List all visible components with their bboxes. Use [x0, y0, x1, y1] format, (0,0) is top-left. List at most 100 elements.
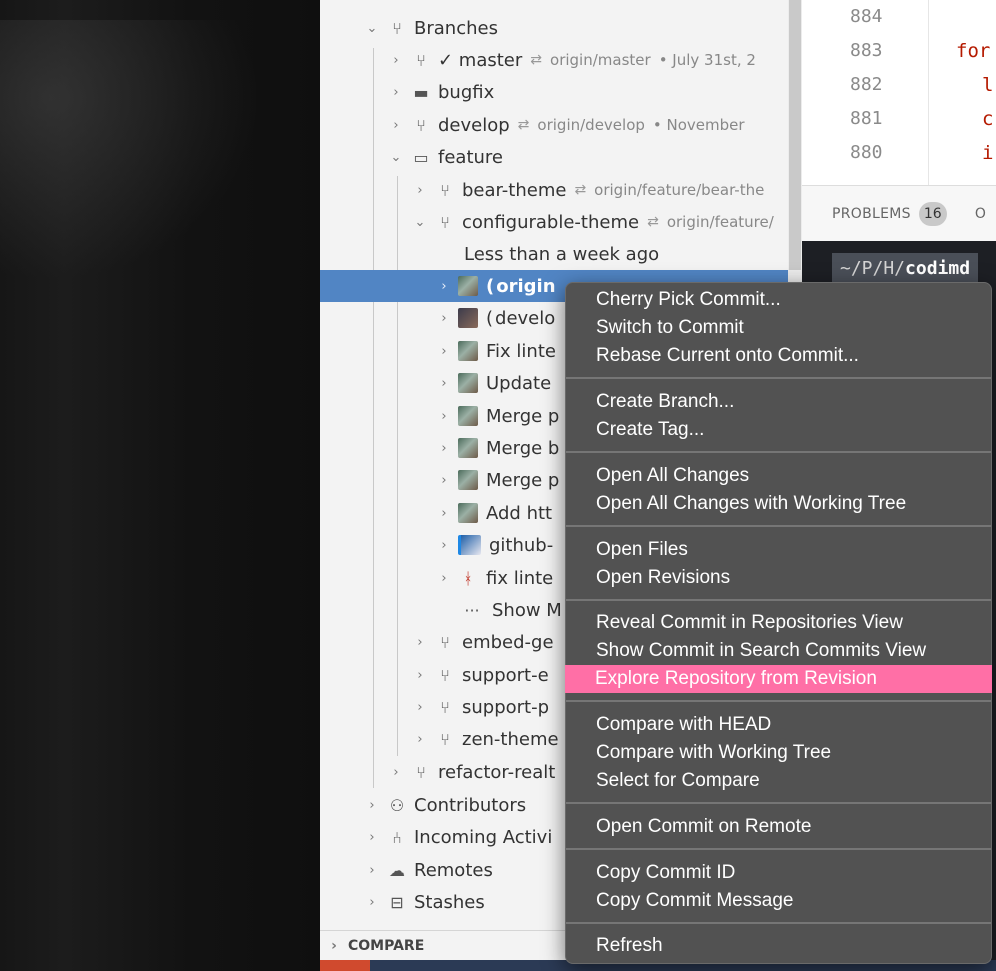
avatar	[458, 406, 478, 426]
menu-separator	[566, 599, 991, 601]
menu-item-select-for-compare[interactable]: Select for Compare	[566, 767, 993, 795]
merge-icon: ⑃	[392, 827, 402, 847]
branch-icon: ⑂	[416, 115, 426, 135]
sync-arrows-icon: ⇄	[574, 182, 587, 198]
menu-item-explore-repository[interactable]: Explore Repository from Revision	[565, 665, 992, 693]
chevron-right-icon: ›	[369, 862, 375, 878]
tree-label: embed-ge	[462, 631, 554, 653]
code-editor[interactable]: 884 883 882 881 880 for l c i	[802, 0, 996, 185]
branch-icon: ⑂	[392, 18, 402, 38]
menu-item-show-commit-search[interactable]: Show Commit in Search Commits View	[566, 637, 993, 665]
tree-label: bear-theme	[462, 179, 567, 201]
chevron-right-icon: ›	[393, 117, 399, 133]
tree-label: Fix linte	[486, 340, 556, 362]
line-number: 880	[850, 142, 883, 163]
tree-desc: • July 31st, 2	[658, 51, 756, 69]
menu-item-open-all-changes[interactable]: Open All Changes	[566, 462, 993, 490]
chevron-right-icon: ›	[441, 472, 447, 488]
cloud-icon: ☁	[389, 860, 405, 880]
avatar	[458, 341, 478, 361]
tree-label: configurable-theme	[462, 211, 640, 233]
avatar	[458, 503, 478, 523]
branch-icon: ⑂	[416, 762, 426, 782]
menu-item-cherry-pick[interactable]: Cherry Pick Commit...	[566, 286, 993, 314]
line-number: 882	[850, 74, 883, 95]
tree-branch-bear-theme[interactable]: › ⑂ bear-theme ⇄ origin/feature/bear-the	[320, 174, 802, 206]
chevron-down-icon: ⌄	[366, 20, 378, 36]
menu-item-switch-to-commit[interactable]: Switch to Commit	[566, 314, 993, 342]
tree-label: bugfix	[438, 81, 495, 103]
tree-label: support-e	[462, 664, 549, 686]
tree-branch-master[interactable]: › ⑂ ✓ master ⇄ origin/master • July 31st…	[320, 44, 802, 76]
terminal-prompt: ~/P/H/codimd	[832, 253, 979, 283]
more-icon: ···	[464, 600, 480, 620]
branch-icon: ⑂	[440, 212, 450, 232]
chevron-down-icon: ⌄	[414, 214, 426, 230]
branch-icon: ⑂	[440, 180, 450, 200]
tree-label: origin	[496, 275, 556, 297]
chevron-right-icon: ›	[393, 52, 399, 68]
tree-remote: origin/master	[550, 51, 651, 69]
menu-separator	[566, 848, 991, 850]
chevron-right-icon: ›	[417, 667, 423, 683]
chevron-down-icon: ⌄	[390, 149, 402, 165]
tree-remote: origin/feature/bear-the	[594, 181, 765, 199]
tree-branch-configurable-theme[interactable]: ⌄ ⑂ configurable-theme ⇄ origin/feature/	[320, 206, 802, 238]
tab-output[interactable]: O	[975, 206, 986, 222]
menu-item-refresh[interactable]: Refresh	[566, 932, 993, 960]
menu-separator	[566, 922, 991, 924]
chevron-right-icon: ›	[441, 278, 447, 294]
scrollbar-thumb[interactable]	[789, 0, 801, 270]
chevron-right-icon: ›	[441, 343, 447, 359]
menu-separator	[566, 802, 991, 804]
remote-indicator[interactable]	[320, 960, 370, 971]
menu-item-create-branch[interactable]: Create Branch...	[566, 388, 993, 416]
compare-label: COMPARE	[348, 938, 425, 954]
tree-label: Incoming Activi	[414, 826, 553, 848]
menu-item-rebase[interactable]: Rebase Current onto Commit...	[566, 342, 993, 370]
tree-label: Contributors	[414, 794, 527, 816]
menu-item-copy-commit-id[interactable]: Copy Commit ID	[566, 859, 993, 887]
chevron-right-icon: ›	[369, 894, 375, 910]
tree-folder-feature[interactable]: ⌄ ▭ feature	[320, 141, 802, 173]
menu-separator	[566, 451, 991, 453]
tree-label: Merge p	[486, 469, 560, 491]
avatar	[458, 535, 481, 555]
chevron-right-icon: ›	[441, 537, 447, 553]
menu-item-open-revisions[interactable]: Open Revisions	[566, 564, 993, 592]
menu-item-create-tag[interactable]: Create Tag...	[566, 416, 993, 444]
tree-label: feature	[438, 146, 503, 168]
tree-branches[interactable]: ⌄ ⑂ Branches	[320, 12, 802, 44]
chevron-right-icon: ›	[441, 375, 447, 391]
line-number: 881	[850, 108, 883, 129]
tree-branch-develop[interactable]: › ⑂ develop ⇄ origin/develop • November	[320, 109, 802, 141]
contributors-icon: ⚇	[389, 795, 405, 815]
chevron-right-icon: ›	[441, 440, 447, 456]
tab-problems[interactable]: PROBLEMS	[832, 206, 911, 222]
sync-arrows-icon: ⇄	[517, 117, 530, 133]
menu-item-open-files[interactable]: Open Files	[566, 536, 993, 564]
context-menu: Cherry Pick Commit... Switch to Commit R…	[565, 282, 992, 964]
folder-icon: ▬	[413, 82, 429, 102]
menu-item-compare-working-tree[interactable]: Compare with Working Tree	[566, 739, 993, 767]
panel-tabs: PROBLEMS 16 O	[802, 185, 996, 242]
menu-item-open-on-remote[interactable]: Open Commit on Remote	[566, 813, 993, 841]
tree-label: develop	[438, 114, 510, 136]
avatar	[458, 308, 478, 328]
tree-folder-bugfix[interactable]: › ▬ bugfix	[320, 76, 802, 108]
commit-prefix: (	[486, 275, 495, 297]
chevron-right-icon: ›	[417, 634, 423, 650]
chevron-right-icon: ›	[369, 829, 375, 845]
menu-item-open-all-changes-working-tree[interactable]: Open All Changes with Working Tree	[566, 490, 993, 518]
sync-arrows-icon: ⇄	[530, 52, 543, 68]
menu-separator	[566, 525, 991, 527]
menu-item-compare-head[interactable]: Compare with HEAD	[566, 711, 993, 739]
branch-icon: ⑂	[440, 697, 450, 717]
menu-item-copy-commit-message[interactable]: Copy Commit Message	[566, 887, 993, 915]
branch-icon: ⑂	[440, 632, 450, 652]
menu-item-reveal-commit[interactable]: Reveal Commit in Repositories View	[566, 609, 993, 637]
branch-icon: ⑂	[440, 729, 450, 749]
tree-label: Add htt	[486, 502, 553, 524]
tree-label: Show M	[492, 599, 562, 621]
desktop-background	[0, 0, 320, 971]
